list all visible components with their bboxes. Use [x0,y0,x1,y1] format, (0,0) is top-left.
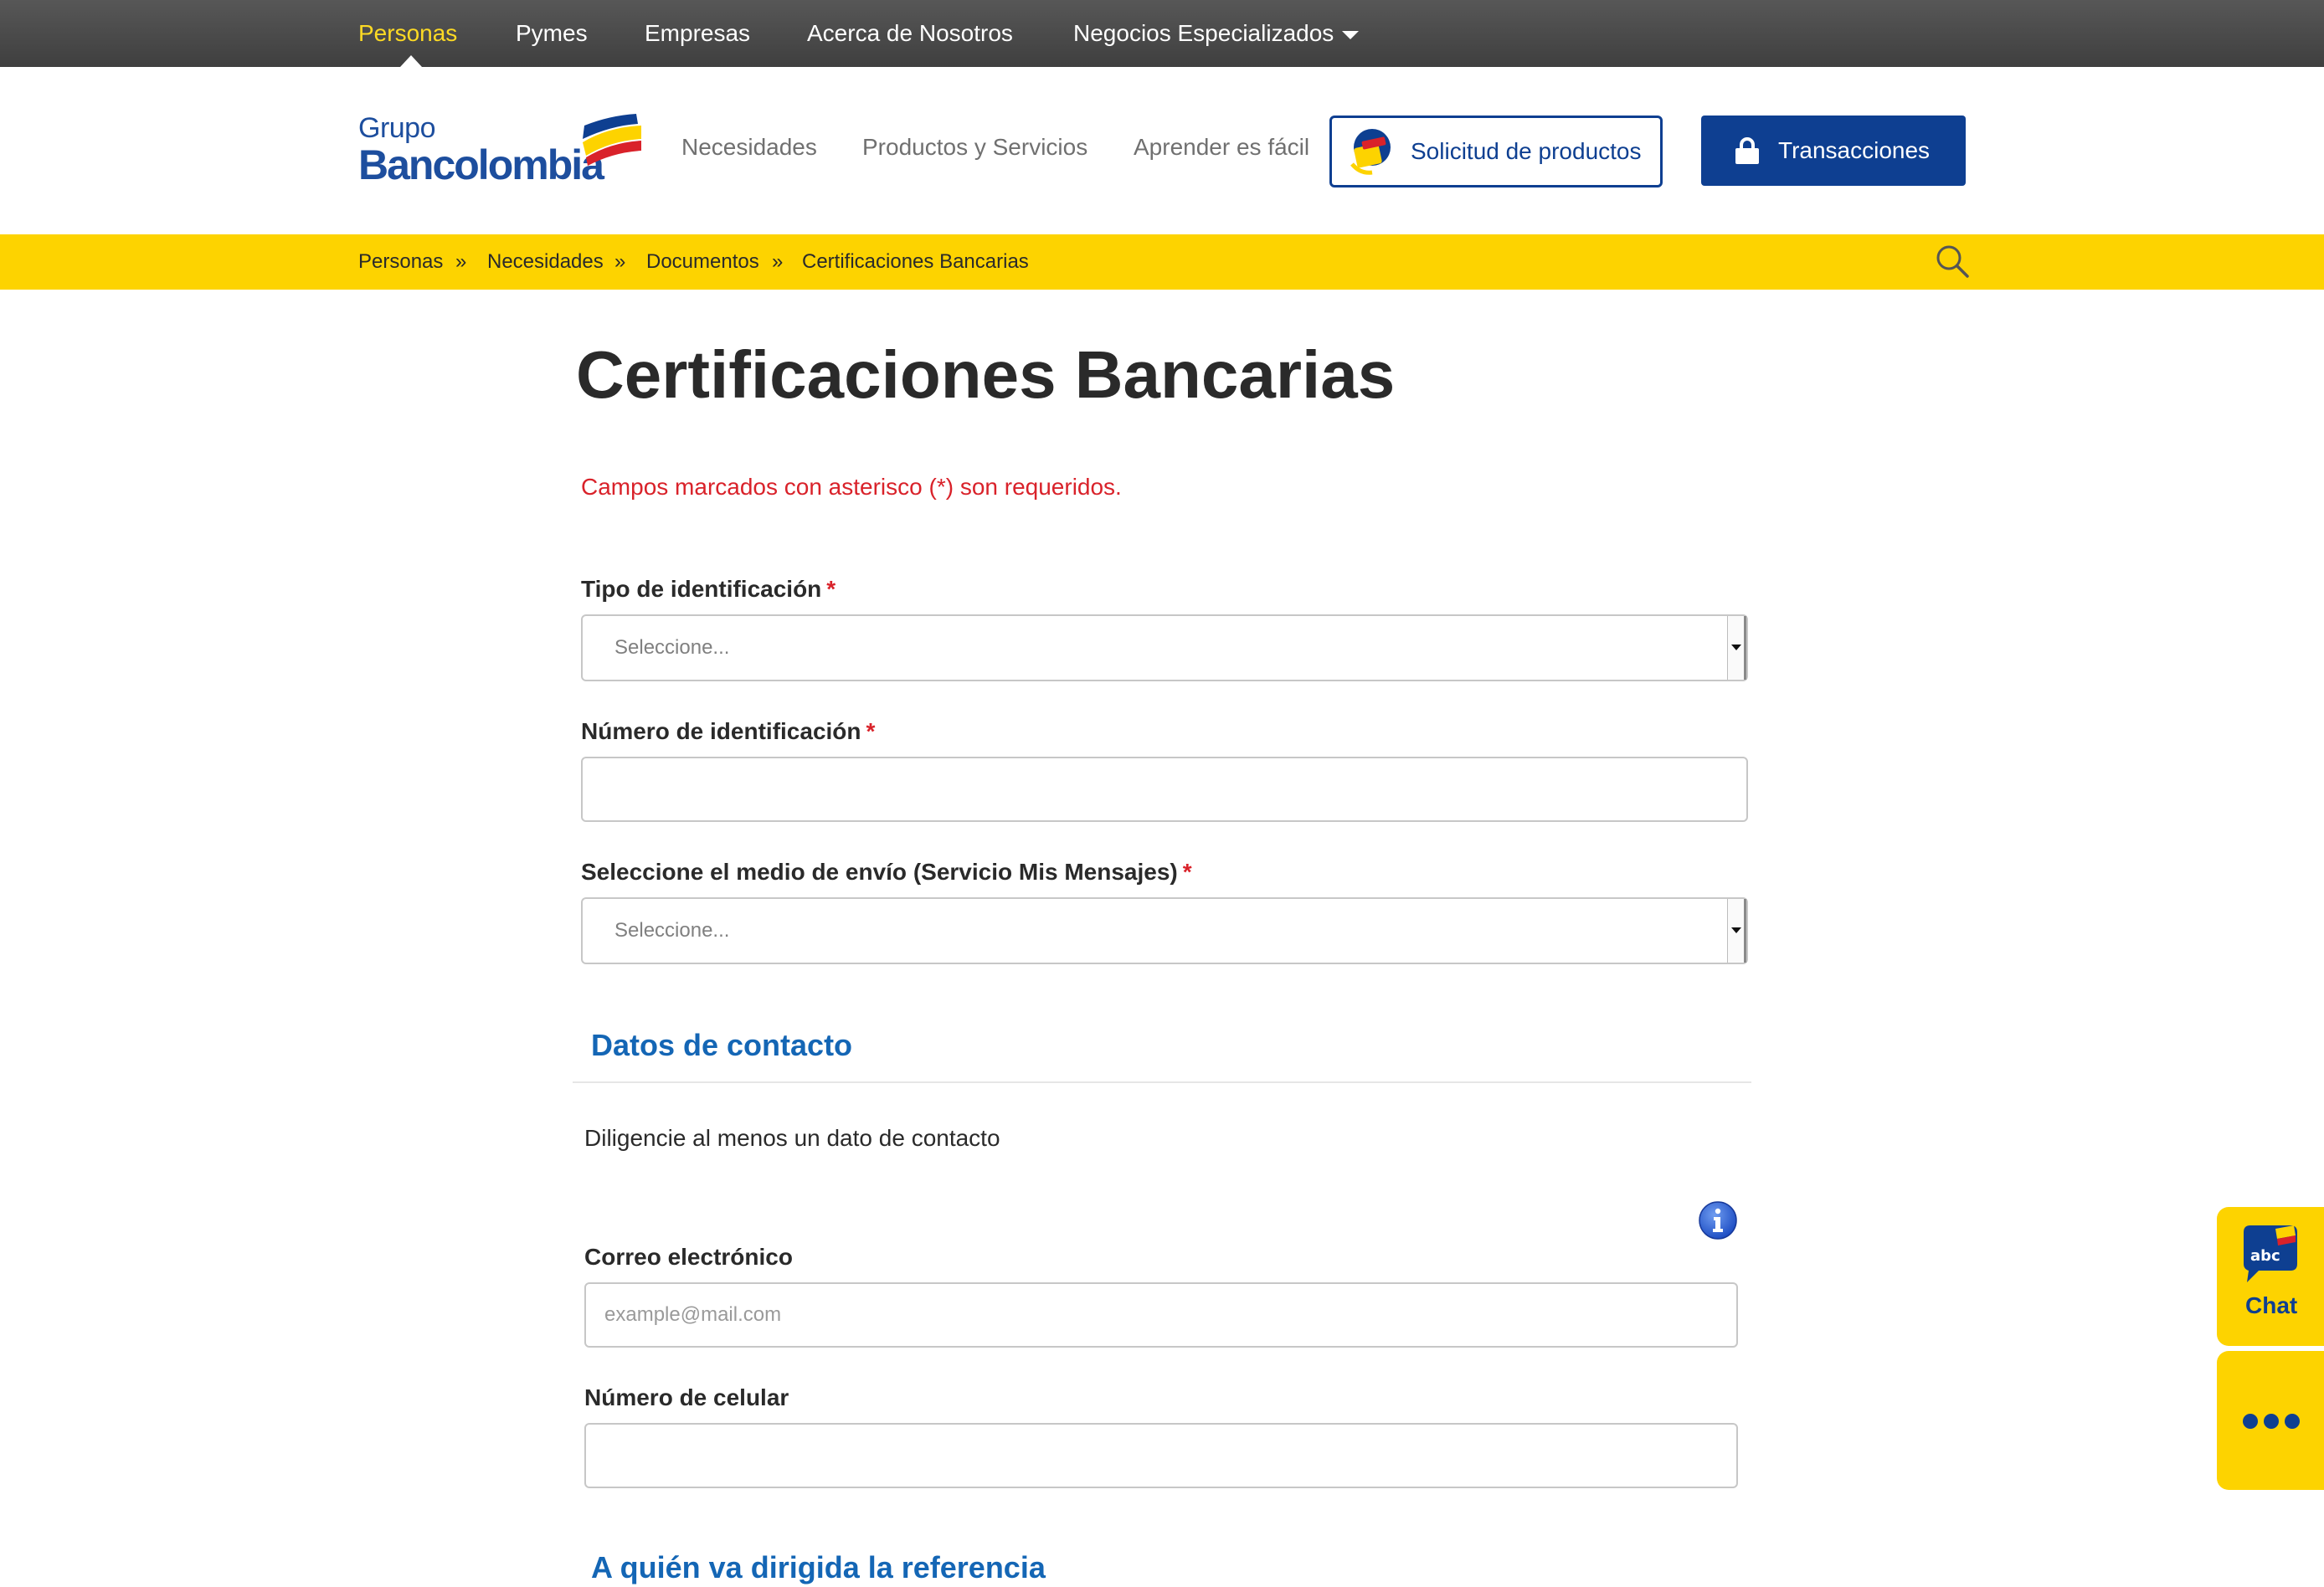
required-fields-note: Campos marcados con asterisco (*) son re… [581,474,1122,500]
page-title: Certificaciones Bancarias [576,337,1396,412]
tipo-id-label-text: Tipo de identificación [581,576,822,602]
topnav-item-negocios-label: Negocios Especializados [1073,20,1334,46]
topnav-item-acerca[interactable]: Acerca de Nosotros [807,0,1013,67]
more-options-button[interactable] [2217,1351,2324,1490]
required-asterisk: * [866,718,876,744]
breadcrumb-item-current: Certificaciones Bancarias [802,250,1029,273]
info-icon[interactable] [1698,1200,1738,1240]
datos-contacto-title: Datos de contacto [591,1028,853,1062]
top-navigation: Personas Pymes Empresas Acerca de Nosotr… [0,0,2324,67]
caret-down-icon [1342,30,1360,39]
topnav-item-pymes[interactable]: Pymes [516,0,588,67]
solicitud-productos-label: Solicitud de productos [1411,138,1642,164]
medio-envio-label-text: Seleccione el medio de envío (Servicio M… [581,859,1178,885]
email-input[interactable] [584,1282,1738,1348]
required-asterisk: * [1182,859,1192,885]
caret-down-icon [1731,927,1741,933]
breadcrumb-separator: » [614,250,626,273]
breadcrumb: Personas » Necesidades » Documentos » Ce… [0,234,2324,290]
referencia-title: A quién va dirigida la referencia [591,1550,1046,1584]
celular-label: Número de celular [584,1384,789,1410]
numero-id-input[interactable] [581,757,1748,822]
bancolombia-logo-flag [583,114,641,166]
breadcrumb-item-necesidades[interactable]: Necesidades [487,234,604,290]
lock-icon [1735,137,1759,164]
solicitud-icon [1350,129,1391,175]
header-nav-aprender[interactable]: Aprender es fácil [1134,134,1309,161]
medio-envio-label: Seleccione el medio de envío (Servicio M… [581,859,1192,886]
section-divider [573,1081,1751,1083]
topnav-item-empresas[interactable]: Empresas [645,0,750,67]
caret-down-icon [1731,645,1741,650]
chat-widget-label: Chat [2245,1292,2298,1318]
tipo-id-select[interactable]: Seleccione... [581,614,1748,681]
solicitud-productos-button[interactable]: Solicitud de productos [1329,116,1663,187]
breadcrumb-separator: » [455,250,467,273]
medio-envio-select-value: Seleccione... [614,919,730,942]
topnav-item-negocios[interactable]: Negocios Especializados [1073,0,1360,67]
search-icon[interactable] [1934,243,1971,280]
breadcrumb-separator: » [772,250,784,273]
select-arrow [1727,899,1746,963]
header-nav-necesidades[interactable]: Necesidades [681,134,817,161]
transacciones-label: Transacciones [1778,137,1931,163]
breadcrumb-item-documentos[interactable]: Documentos [646,234,759,290]
more-icon [2243,1414,2300,1429]
select-arrow [1727,616,1746,680]
transacciones-button[interactable]: Transacciones [1701,116,1966,186]
required-asterisk: * [826,576,836,602]
bancolombia-logo[interactable]: Grupo Bancolombia [358,112,643,188]
tipo-id-label: Tipo de identificación * [581,576,836,603]
logo-bancolombia-text: Bancolombia [358,141,604,188]
medio-envio-select[interactable]: Seleccione... [581,897,1748,964]
chat-badge-text: abc [2250,1247,2280,1265]
contacto-hint: Diligencie al menos un dato de contacto [584,1125,1000,1151]
breadcrumb-item-personas[interactable]: Personas [358,234,443,290]
tipo-id-select-value: Seleccione... [614,636,730,659]
numero-id-label: Número de identificación * [581,718,875,745]
header-nav-productos[interactable]: Productos y Servicios [862,134,1087,161]
active-pointer [400,55,422,67]
chat-widget-button[interactable]: abc Chat [2217,1207,2324,1346]
email-label: Correo electrónico [584,1244,793,1270]
numero-id-label-text: Número de identificación [581,718,861,744]
chat-icon: abc [2244,1225,2297,1282]
celular-input[interactable] [584,1423,1738,1488]
